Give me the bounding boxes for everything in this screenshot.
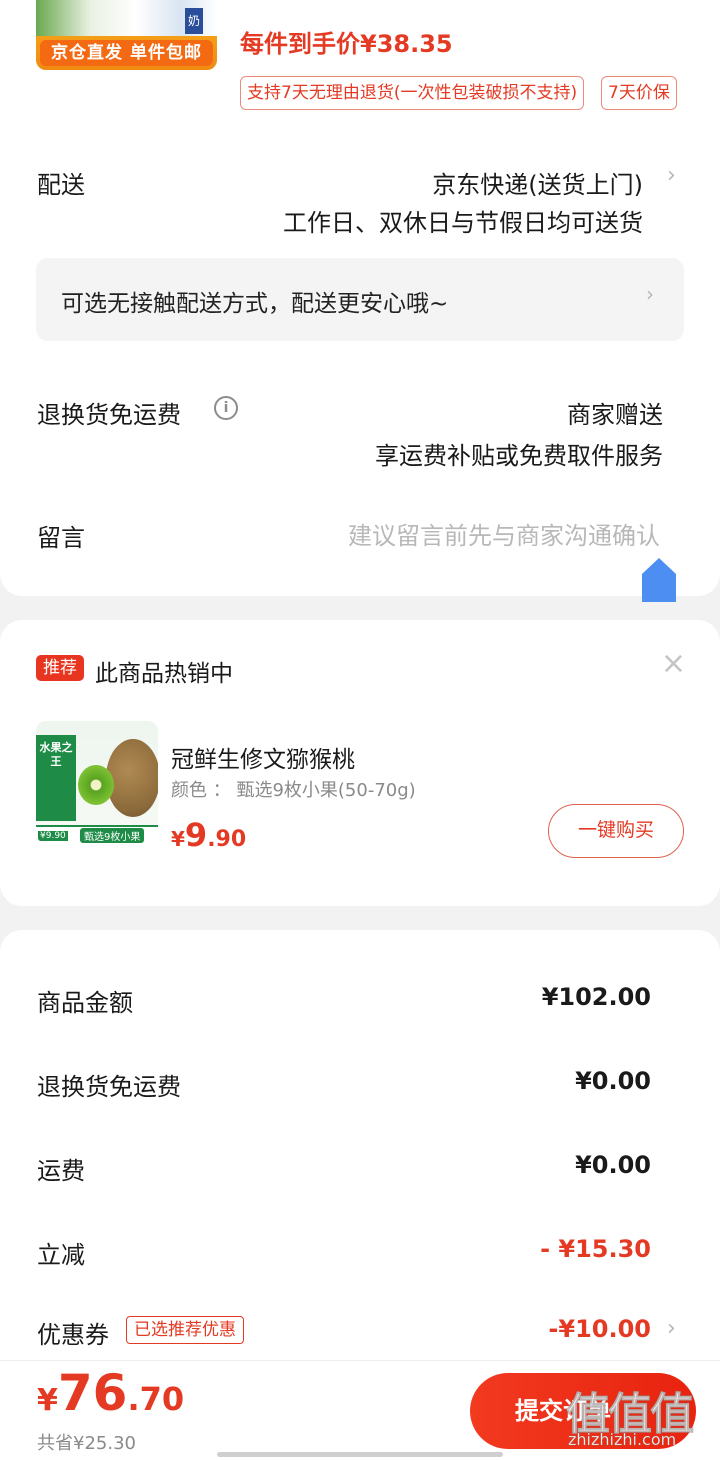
kiwi-product-image[interactable]: 水果之王 甄选9枚小果 ¥9.90 — [36, 721, 158, 843]
total-currency: ¥ — [37, 1383, 58, 1418]
product-box-art: 奶 — [36, 0, 217, 36]
summary-label-shipping: 运费 — [37, 1157, 85, 1185]
watermark-domain: zhizhizhi.com — [568, 1430, 677, 1449]
recommend-product-spec: 颜色 ： 甄选9枚小果(50-70g) — [171, 780, 416, 801]
delivery-method[interactable]: 京东快递(送货上门) — [432, 165, 643, 200]
unit-price-label: 每件到手价¥38.35 — [240, 30, 453, 58]
delivery-schedule: 工作日、双休日与节假日均可送货 — [283, 209, 643, 237]
product-box-label: 奶 — [185, 8, 203, 34]
summary-value-coupon[interactable]: -¥10.00 — [548, 1315, 651, 1343]
close-icon[interactable]: × — [661, 646, 686, 681]
total-decimal: .70 — [127, 1380, 185, 1418]
delivery-chevron-icon[interactable]: › — [667, 163, 676, 188]
coupon-selected-tag[interactable]: 已选推荐优惠 — [126, 1316, 244, 1344]
coupon-chevron-icon[interactable]: › — [667, 1316, 676, 1341]
summary-value-shipping: ¥0.00 — [575, 1151, 651, 1179]
info-icon[interactable]: i — [214, 396, 238, 420]
one-click-buy-button[interactable]: 一键购买 — [548, 804, 684, 858]
summary-label-discount: 立减 — [37, 1241, 85, 1269]
total-price: ¥76.70 — [37, 1364, 184, 1422]
order-detail-card: 奶 京仓直发 单件包邮 每件到手价¥38.35 支持7天无理由退货(一次性包装破… — [0, 0, 720, 602]
summary-label-return-shipping: 退换货免运费 — [37, 1073, 181, 1101]
return-shipping-label: 退换货免运费 — [37, 401, 181, 429]
image-price-text: ¥9.90 — [38, 831, 68, 841]
warehouse-shipping-banner: 京仓直发 单件包邮 — [40, 40, 213, 66]
recommend-badge: 推荐 — [36, 655, 84, 681]
home-indicator[interactable] — [217, 1452, 503, 1457]
total-saved: 共省¥25.30 — [37, 1433, 136, 1454]
message-input[interactable]: 建议留言前先与商家沟通确认 — [348, 516, 660, 551]
contactless-delivery-text: 可选无接触配送方式，配送更安心哦~ — [61, 291, 449, 317]
return-shipping-value: 商家赠送 — [567, 401, 663, 429]
image-panel-text: 水果之王 — [36, 735, 76, 821]
contactless-delivery-option[interactable]: 可选无接触配送方式，配送更安心哦~ › — [36, 258, 684, 341]
return-shipping-desc: 享运费补贴或免费取件服务 — [375, 442, 663, 470]
recommend-product-price: ¥9.90 — [171, 816, 246, 854]
kiwi-whole-shape — [106, 739, 158, 817]
floating-home-icon[interactable] — [641, 556, 677, 602]
product-thumbnail[interactable]: 奶 京仓直发 单件包邮 — [36, 0, 217, 70]
price-protect-tag: 7天价保 — [601, 76, 677, 110]
summary-label-goods: 商品金额 — [37, 989, 133, 1017]
site-watermark: 值值值 zhizhizhi.com — [566, 1378, 716, 1456]
price-integer: 9 — [184, 816, 208, 854]
kiwi-slice-shape — [78, 765, 114, 805]
summary-label-coupon[interactable]: 优惠券 — [37, 1315, 109, 1350]
recommend-title: 此商品热销中 — [95, 661, 233, 687]
price-currency: ¥ — [171, 827, 185, 851]
price-decimal: .90 — [207, 827, 247, 852]
recommend-product-name[interactable]: 冠鲜生修文猕猴桃 — [171, 740, 355, 774]
message-label: 留言 — [37, 524, 85, 552]
recommend-card: 推荐 此商品热销中 × 水果之王 甄选9枚小果 ¥9.90 冠鲜生修文猕猴桃 颜… — [0, 620, 720, 906]
total-integer: 76 — [57, 1364, 128, 1422]
return-policy-tag: 支持7天无理由退货(一次性包装破损不支持) — [240, 76, 585, 110]
image-strip-text: 甄选9枚小果 — [80, 828, 145, 843]
summary-value-discount: - ¥15.30 — [540, 1235, 651, 1263]
contactless-chevron-icon: › — [646, 282, 654, 306]
summary-value-return-shipping: ¥0.00 — [575, 1067, 651, 1095]
delivery-label: 配送 — [37, 171, 85, 199]
summary-value-goods: ¥102.00 — [541, 983, 651, 1011]
